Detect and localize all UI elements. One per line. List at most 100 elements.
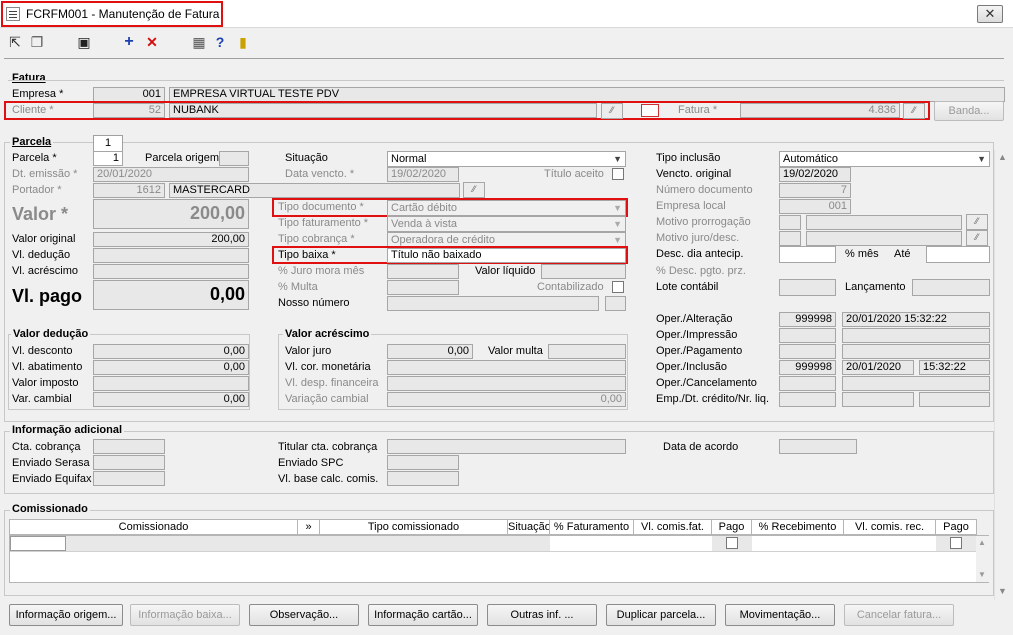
col-vl-comis-fat[interactable]: Vl. comis.fat. (634, 520, 712, 534)
valor-field[interactable]: 200,00 (93, 199, 249, 229)
motivo-juro-code[interactable] (779, 231, 801, 246)
oper-impressao-user[interactable] (779, 328, 836, 343)
pago-fat-checkbox[interactable] (726, 537, 738, 549)
row-pct-recebimento-cell[interactable] (752, 536, 936, 551)
help-icon[interactable]: ? (211, 33, 229, 51)
oper-inclusao-date[interactable]: 20/01/2020 (842, 360, 914, 375)
observacao-button[interactable]: Observação... (249, 604, 359, 626)
col-situacao[interactable]: Situação (508, 520, 550, 534)
oper-impressao-datetime[interactable] (842, 328, 990, 343)
movimentacao-button[interactable]: Movimentação... (725, 604, 835, 626)
situacao-select[interactable]: Normal ▼ (387, 151, 626, 167)
motivo-juro-search-button[interactable]: ⁄⁄ (966, 230, 988, 246)
oper-alteracao-datetime[interactable]: 20/01/2020 15:32:22 (842, 312, 990, 327)
oper-inclusao-user[interactable]: 999998 (779, 360, 836, 375)
tipo-documento-select[interactable]: Cartão débito ▼ (387, 200, 626, 216)
info-cartao-button[interactable]: Informação cartão... (368, 604, 478, 626)
motivo-prorrogacao-field[interactable] (806, 215, 962, 230)
portador-name-field[interactable]: MASTERCARD (169, 183, 460, 198)
nosso-numero-field[interactable] (387, 296, 599, 311)
vl-base-field[interactable] (387, 471, 459, 486)
parcela-tab-1[interactable]: 1 (93, 135, 123, 151)
col-pago-rec[interactable]: Pago (936, 520, 976, 534)
data-acordo-field[interactable] (779, 439, 857, 454)
tipo-baixa-field[interactable]: Título não baixado (387, 248, 626, 263)
dt-credito-field[interactable] (842, 392, 914, 407)
titular-field[interactable] (387, 439, 626, 454)
banda-button[interactable]: Banda... (934, 101, 1004, 121)
tipo-inclusao-select[interactable]: Automático ▼ (779, 151, 990, 167)
data-vencto-field[interactable]: 19/02/2020 (387, 167, 459, 182)
tipo-faturamento-select[interactable]: Venda à vista ▼ (387, 216, 626, 232)
multa-field[interactable] (387, 280, 459, 295)
vl-pago-field[interactable]: 0,00 (93, 280, 249, 310)
col-pago-fat[interactable]: Pago (712, 520, 752, 534)
copy-icon[interactable]: ❐ (28, 33, 46, 51)
vl-deducao-field[interactable] (93, 248, 249, 263)
scroll-down-icon[interactable]: ▼ (978, 570, 986, 579)
cliente-code-field[interactable]: 52 (93, 103, 165, 118)
fatura-search-button[interactable]: ⁄⁄ (903, 103, 925, 119)
col-tipo-comissionado[interactable]: Tipo comissionado (320, 520, 508, 534)
info-baixa-button[interactable]: Informação baixa... (130, 604, 240, 626)
enviado-serasa-field[interactable] (93, 455, 165, 470)
grid-scrollbar[interactable]: ▲ ▼ (976, 536, 989, 582)
valor-liquido-field[interactable] (541, 264, 626, 279)
parcela-origem-field[interactable] (219, 151, 249, 166)
valor-imposto-field[interactable] (93, 376, 249, 391)
contabilizado-checkbox[interactable] (612, 281, 624, 293)
oper-cancelamento-datetime[interactable] (842, 376, 990, 391)
cor-monetaria-field[interactable] (387, 360, 626, 375)
numero-documento-field[interactable]: 7 (779, 183, 851, 198)
emp-credito-field[interactable] (779, 392, 836, 407)
delete-icon[interactable]: ✕ (143, 33, 161, 51)
juro-mora-field[interactable] (387, 264, 459, 279)
empresa-name-field[interactable]: EMPRESA VIRTUAL TESTE PDV (169, 87, 1005, 102)
scroll-down-icon[interactable]: ▼ (998, 586, 1007, 596)
row-comissionado-cell[interactable] (10, 536, 66, 551)
exit-icon[interactable]: ▮ (234, 33, 252, 51)
nr-liq-field[interactable] (919, 392, 990, 407)
var-cambial-field[interactable]: 0,00 (93, 392, 249, 407)
valor-original-field[interactable]: 200,00 (93, 232, 249, 247)
first-record-icon[interactable]: ⇱ (6, 33, 24, 51)
info-origem-button[interactable]: Informação origem... (9, 604, 123, 626)
valor-multa-field[interactable] (548, 344, 626, 359)
close-icon[interactable]: ✕ (977, 5, 1003, 23)
motivo-prorrogacao-search-button[interactable]: ⁄⁄ (966, 214, 988, 230)
fatura-number-field[interactable]: 4.836 (740, 103, 900, 118)
oper-inclusao-time[interactable]: 15:32:22 (919, 360, 990, 375)
motivo-prorrogacao-code[interactable] (779, 215, 801, 230)
oper-pagamento-datetime[interactable] (842, 344, 990, 359)
enviado-spc-field[interactable] (387, 455, 459, 470)
table-row[interactable] (10, 536, 978, 552)
pago-rec-checkbox[interactable] (950, 537, 962, 549)
lancamento-field[interactable] (912, 279, 990, 296)
dt-emissao-field[interactable]: 20/01/2020 (93, 167, 249, 182)
valor-juro-field[interactable]: 0,00 (387, 344, 473, 359)
nosso-numero-extra-field[interactable] (605, 296, 626, 311)
outras-inf-button[interactable]: Outras inf. ... (487, 604, 597, 626)
cliente-search-button[interactable]: ⁄⁄ (601, 103, 623, 119)
enviado-equifax-field[interactable] (93, 471, 165, 486)
scroll-up-icon[interactable]: ▲ (998, 152, 1007, 162)
oper-cancelamento-user[interactable] (779, 376, 836, 391)
variacao-cambial-field[interactable]: 0,00 (387, 392, 626, 407)
save-icon[interactable]: ▣ (75, 33, 93, 51)
calculator-icon[interactable]: ▦ (190, 33, 208, 51)
col-pct-faturamento[interactable]: % Faturamento (550, 520, 634, 534)
scroll-up-icon[interactable]: ▲ (978, 538, 986, 547)
vl-abatimento-field[interactable]: 0,00 (93, 360, 249, 375)
cta-cobranca-field[interactable] (93, 439, 165, 454)
oper-alteracao-user[interactable]: 999998 (779, 312, 836, 327)
desp-financeira-field[interactable] (387, 376, 626, 391)
cliente-name-field[interactable]: NUBANK (169, 103, 597, 118)
col-pct-recebimento[interactable]: % Recebimento (752, 520, 844, 534)
empresa-code-field[interactable]: 001 (93, 87, 165, 102)
vl-desconto-field[interactable]: 0,00 (93, 344, 249, 359)
cancelar-fatura-button[interactable]: Cancelar fatura... (844, 604, 954, 626)
vl-acrescimo-field[interactable] (93, 264, 249, 279)
empresa-local-field[interactable]: 001 (779, 199, 851, 214)
cliente-detail-icon[interactable] (641, 104, 659, 117)
lote-contabil-field[interactable] (779, 279, 836, 296)
